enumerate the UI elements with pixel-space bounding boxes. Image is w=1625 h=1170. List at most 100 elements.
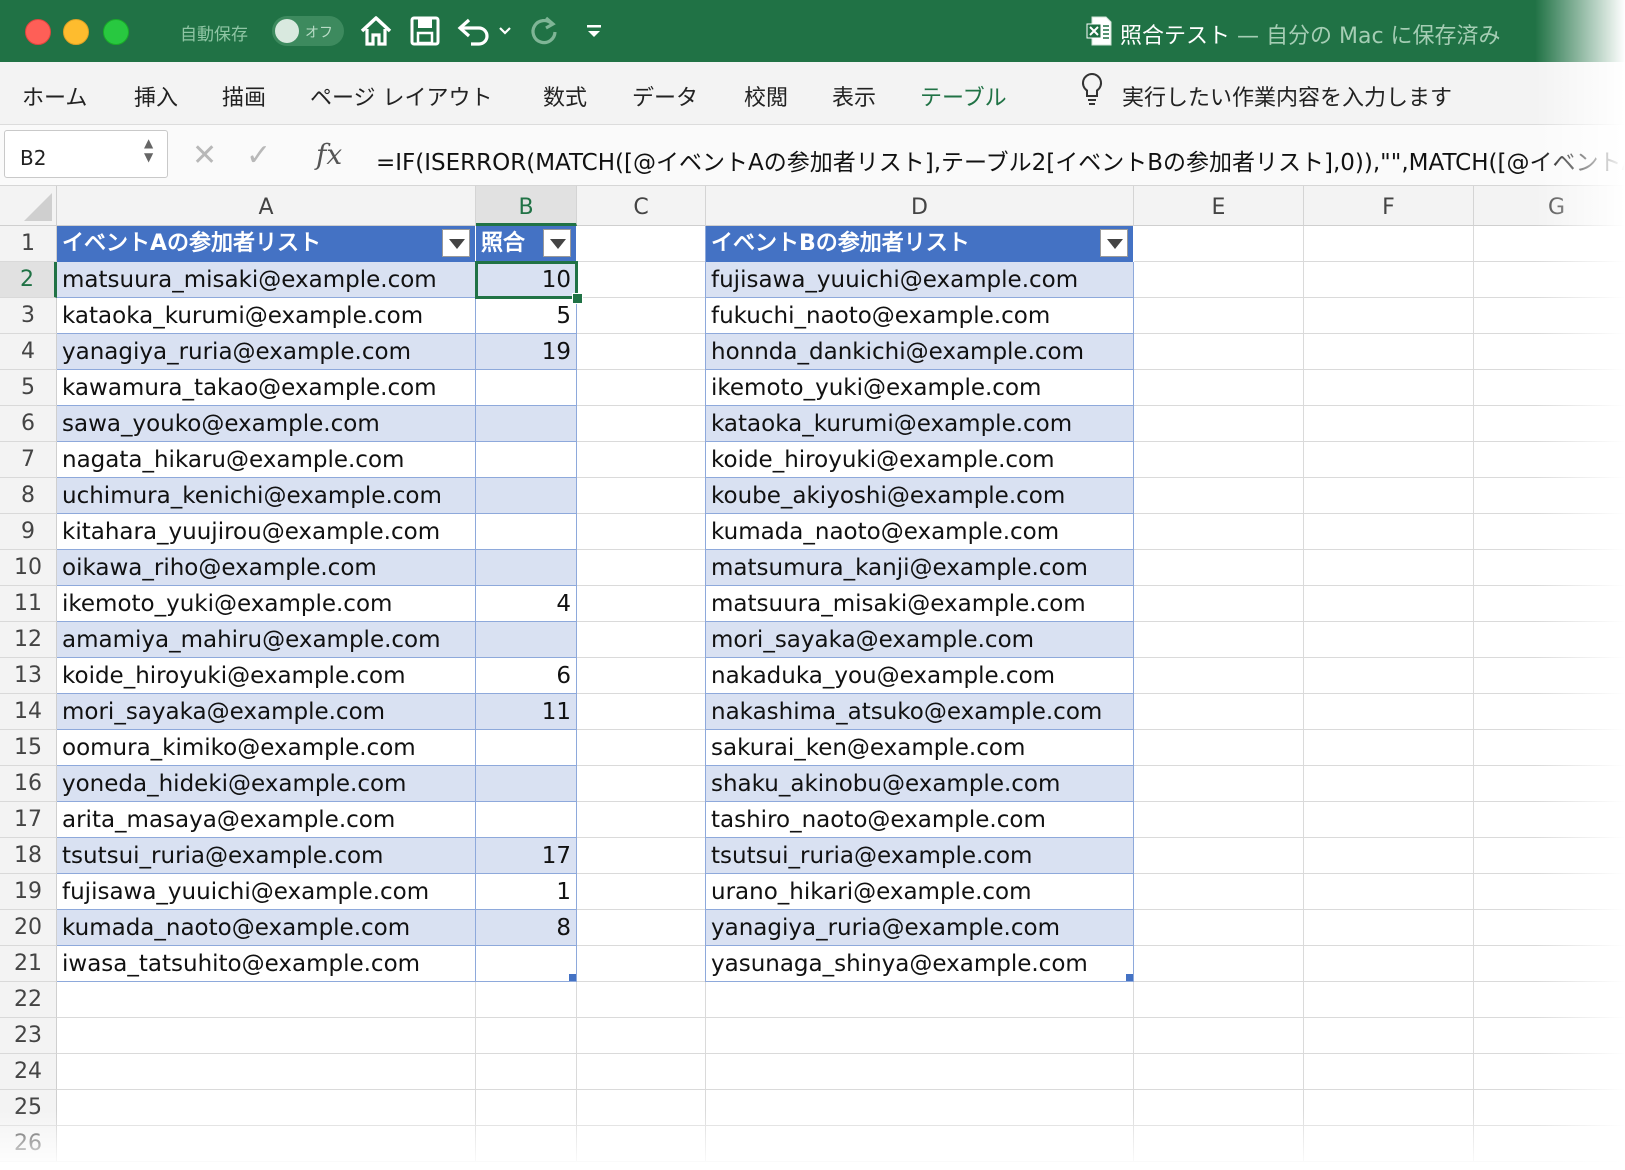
table2-email-cell[interactable]: fujisawa_yuuichi@example.com: [706, 262, 1134, 298]
redo-icon[interactable]: [526, 12, 562, 50]
row-header-1[interactable]: 1: [0, 226, 57, 262]
cell[interactable]: [1474, 658, 1625, 694]
cell[interactable]: [1474, 946, 1625, 982]
cell[interactable]: [1474, 802, 1625, 838]
cell[interactable]: [706, 982, 1134, 1018]
row-header-24[interactable]: 24: [0, 1054, 57, 1090]
undo-dropdown-chevron-icon[interactable]: [496, 12, 514, 50]
cell[interactable]: [1304, 514, 1474, 550]
cell[interactable]: [1304, 658, 1474, 694]
cell[interactable]: [1134, 370, 1304, 406]
table1-email-cell[interactable]: uchimura_kenichi@example.com: [57, 478, 476, 514]
cell[interactable]: [706, 1054, 1134, 1090]
cell[interactable]: [1474, 1090, 1625, 1126]
cell[interactable]: [577, 1126, 706, 1162]
customize-toolbar-icon[interactable]: [584, 12, 604, 50]
cell[interactable]: [1304, 622, 1474, 658]
cell[interactable]: [577, 658, 706, 694]
cell[interactable]: [1304, 586, 1474, 622]
cell[interactable]: [1134, 442, 1304, 478]
table1-match-cell[interactable]: 4: [476, 586, 577, 622]
table2-email-cell[interactable]: honnda_dankichi@example.com: [706, 334, 1134, 370]
cell[interactable]: [476, 1090, 577, 1126]
column-header-a[interactable]: A: [57, 186, 476, 226]
cell[interactable]: [1304, 1054, 1474, 1090]
row-header-13[interactable]: 13: [0, 658, 57, 694]
cell[interactable]: [1474, 910, 1625, 946]
cell[interactable]: [57, 1126, 476, 1162]
table1-email-cell[interactable]: yanagiya_ruria@example.com: [57, 334, 476, 370]
table1-email-cell[interactable]: oomura_kimiko@example.com: [57, 730, 476, 766]
cell[interactable]: [1304, 1090, 1474, 1126]
table1-match-cell[interactable]: 5: [476, 298, 577, 334]
cell[interactable]: [1134, 406, 1304, 442]
table2-email-cell[interactable]: ikemoto_yuki@example.com: [706, 370, 1134, 406]
cell[interactable]: [577, 982, 706, 1018]
table2-email-cell[interactable]: matsumura_kanji@example.com: [706, 550, 1134, 586]
tab-page-layout[interactable]: ページ レイアウト: [310, 80, 493, 112]
cell[interactable]: [1474, 766, 1625, 802]
table1-email-cell[interactable]: kawamura_takao@example.com: [57, 370, 476, 406]
table1-match-cell[interactable]: 6: [476, 658, 577, 694]
cell[interactable]: [577, 370, 706, 406]
cell[interactable]: [1134, 622, 1304, 658]
cell[interactable]: [1134, 298, 1304, 334]
cell[interactable]: [577, 1054, 706, 1090]
cell[interactable]: [706, 1090, 1134, 1126]
cell[interactable]: [476, 1054, 577, 1090]
table1-match-cell[interactable]: [476, 514, 577, 550]
table1-match-cell[interactable]: 11: [476, 694, 577, 730]
tab-view[interactable]: 表示: [832, 80, 876, 112]
cell[interactable]: [1474, 982, 1625, 1018]
cell[interactable]: [1134, 1018, 1304, 1054]
cell[interactable]: [1474, 694, 1625, 730]
row-header-18[interactable]: 18: [0, 838, 57, 874]
select-all-corner[interactable]: [0, 186, 57, 226]
cell[interactable]: [1304, 694, 1474, 730]
tab-draw[interactable]: 描画: [222, 80, 266, 112]
cell[interactable]: [577, 298, 706, 334]
table2-email-cell[interactable]: koide_hiroyuki@example.com: [706, 442, 1134, 478]
table2-email-cell[interactable]: sakurai_ken@example.com: [706, 730, 1134, 766]
cell[interactable]: [1474, 514, 1625, 550]
cell[interactable]: [706, 1018, 1134, 1054]
cell[interactable]: [476, 1018, 577, 1054]
cell[interactable]: [1134, 766, 1304, 802]
cell[interactable]: [577, 910, 706, 946]
table2-header-participants[interactable]: イベントBの参加者リスト: [706, 226, 1134, 262]
cell[interactable]: [1474, 442, 1625, 478]
table1-match-cell[interactable]: 19: [476, 334, 577, 370]
column-header-e[interactable]: E: [1134, 186, 1304, 226]
table2-email-cell[interactable]: yanagiya_ruria@example.com: [706, 910, 1134, 946]
row-header-6[interactable]: 6: [0, 406, 57, 442]
cell[interactable]: [1134, 694, 1304, 730]
row-header-4[interactable]: 4: [0, 334, 57, 370]
table1-email-cell[interactable]: kataoka_kurumi@example.com: [57, 298, 476, 334]
column-header-c[interactable]: C: [577, 186, 706, 226]
cell[interactable]: [1304, 802, 1474, 838]
row-header-2[interactable]: 2: [0, 262, 57, 298]
table2-email-cell[interactable]: koube_akiyoshi@example.com: [706, 478, 1134, 514]
cell[interactable]: [1134, 946, 1304, 982]
cell[interactable]: [1134, 1090, 1304, 1126]
cell[interactable]: [1304, 946, 1474, 982]
cell[interactable]: [1134, 730, 1304, 766]
cell[interactable]: [1304, 766, 1474, 802]
cancel-formula-icon[interactable]: ✕: [192, 138, 217, 173]
row-header-8[interactable]: 8: [0, 478, 57, 514]
tab-insert[interactable]: 挿入: [134, 80, 178, 112]
row-header-11[interactable]: 11: [0, 586, 57, 622]
cell[interactable]: [1134, 1054, 1304, 1090]
row-header-15[interactable]: 15: [0, 730, 57, 766]
formula-input[interactable]: =IF(ISERROR(MATCH([@イベントAの参加者リスト],テーブル2[…: [376, 143, 1625, 177]
tab-home[interactable]: ホーム: [22, 80, 87, 112]
table1-email-cell[interactable]: nagata_hikaru@example.com: [57, 442, 476, 478]
cell[interactable]: [577, 874, 706, 910]
cell[interactable]: [57, 1090, 476, 1126]
cell[interactable]: [577, 730, 706, 766]
column-header-g[interactable]: G: [1474, 186, 1625, 226]
cell[interactable]: [1134, 550, 1304, 586]
cell[interactable]: [577, 514, 706, 550]
table2-email-cell[interactable]: nakaduka_you@example.com: [706, 658, 1134, 694]
cell[interactable]: [57, 1054, 476, 1090]
